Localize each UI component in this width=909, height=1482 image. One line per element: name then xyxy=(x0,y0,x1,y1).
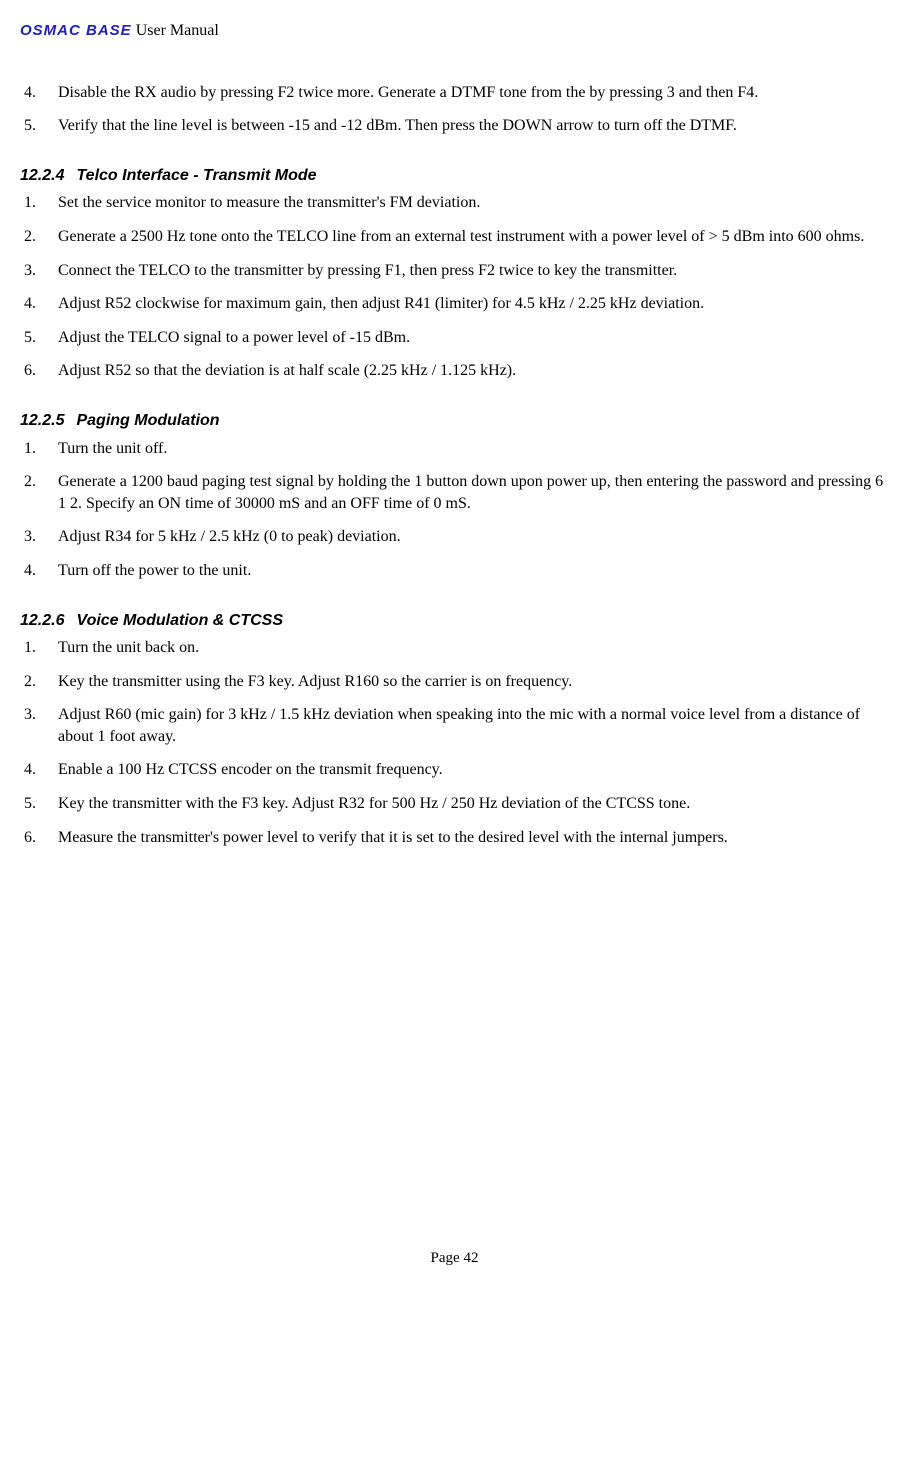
list-text: Disable the RX audio by pressing F2 twic… xyxy=(58,84,758,101)
section-12-2-4-list: Set the service monitor to measure the t… xyxy=(20,192,889,382)
list-text: Adjust R52 clockwise for maximum gain, t… xyxy=(58,295,704,312)
list-text: Turn the unit off. xyxy=(58,440,167,457)
list-item: Verify that the line level is between -1… xyxy=(20,115,889,137)
list-item: Key the transmitter with the F3 key. Adj… xyxy=(20,793,889,815)
list-item: Connect the TELCO to the transmitter by … xyxy=(20,260,889,282)
list-item: Measure the transmitter's power level to… xyxy=(20,827,889,849)
section-heading-12-2-4: 12.2.4 Telco Interface - Transmit Mode xyxy=(20,165,889,187)
list-item: Adjust R60 (mic gain) for 3 kHz / 1.5 kH… xyxy=(20,704,889,747)
section-heading-12-2-6: 12.2.6 Voice Modulation & CTCSS xyxy=(20,610,889,632)
list-text: Connect the TELCO to the transmitter by … xyxy=(58,262,677,279)
list-item: Adjust the TELCO signal to a power level… xyxy=(20,327,889,349)
list-item: Generate a 1200 baud paging test signal … xyxy=(20,471,889,514)
list-text: Adjust R34 for 5 kHz / 2.5 kHz (0 to pea… xyxy=(58,528,401,545)
brand-text: OSMAC BASE xyxy=(20,22,132,39)
section-12-2-5-list: Turn the unit off. Generate a 1200 baud … xyxy=(20,438,889,582)
header-rest: User Manual xyxy=(132,22,219,39)
list-item: Turn the unit off. xyxy=(20,438,889,460)
list-text: Key the transmitter using the F3 key. Ad… xyxy=(58,673,572,690)
list-text: Adjust R60 (mic gain) for 3 kHz / 1.5 kH… xyxy=(58,706,860,745)
list-text: Generate a 2500 Hz tone onto the TELCO l… xyxy=(58,228,864,245)
list-text: Turn the unit back on. xyxy=(58,639,199,656)
list-item: Adjust R52 so that the deviation is at h… xyxy=(20,360,889,382)
page-header: OSMAC BASE User Manual xyxy=(20,20,889,42)
list-text: Adjust the TELCO signal to a power level… xyxy=(58,329,410,346)
list-text: Adjust R52 so that the deviation is at h… xyxy=(58,362,516,379)
list-text: Set the service monitor to measure the t… xyxy=(58,194,480,211)
list-item: Turn off the power to the unit. xyxy=(20,560,889,582)
list-item: Adjust R34 for 5 kHz / 2.5 kHz (0 to pea… xyxy=(20,526,889,548)
list-item: Adjust R52 clockwise for maximum gain, t… xyxy=(20,293,889,315)
list-item: Generate a 2500 Hz tone onto the TELCO l… xyxy=(20,226,889,248)
top-continuation-list: Disable the RX audio by pressing F2 twic… xyxy=(20,82,889,137)
section-title: Voice Modulation & CTCSS xyxy=(76,612,283,629)
section-12-2-6-list: Turn the unit back on. Key the transmitt… xyxy=(20,637,889,848)
section-title: Paging Modulation xyxy=(76,412,219,429)
list-text: Measure the transmitter's power level to… xyxy=(58,829,728,846)
page-footer: Page 42 xyxy=(20,1248,889,1268)
section-heading-12-2-5: 12.2.5 Paging Modulation xyxy=(20,410,889,432)
list-item: Turn the unit back on. xyxy=(20,637,889,659)
section-number: 12.2.6 xyxy=(20,610,64,632)
list-item: Set the service monitor to measure the t… xyxy=(20,192,889,214)
list-text: Verify that the line level is between -1… xyxy=(58,117,737,134)
list-text: Key the transmitter with the F3 key. Adj… xyxy=(58,795,690,812)
list-item: Enable a 100 Hz CTCSS encoder on the tra… xyxy=(20,759,889,781)
section-number: 12.2.4 xyxy=(20,165,64,187)
list-item: Disable the RX audio by pressing F2 twic… xyxy=(20,82,889,104)
list-item: Key the transmitter using the F3 key. Ad… xyxy=(20,671,889,693)
list-text: Enable a 100 Hz CTCSS encoder on the tra… xyxy=(58,761,443,778)
section-number: 12.2.5 xyxy=(20,410,64,432)
list-text: Turn off the power to the unit. xyxy=(58,562,251,579)
section-title: Telco Interface - Transmit Mode xyxy=(76,167,316,184)
list-text: Generate a 1200 baud paging test signal … xyxy=(58,473,883,512)
